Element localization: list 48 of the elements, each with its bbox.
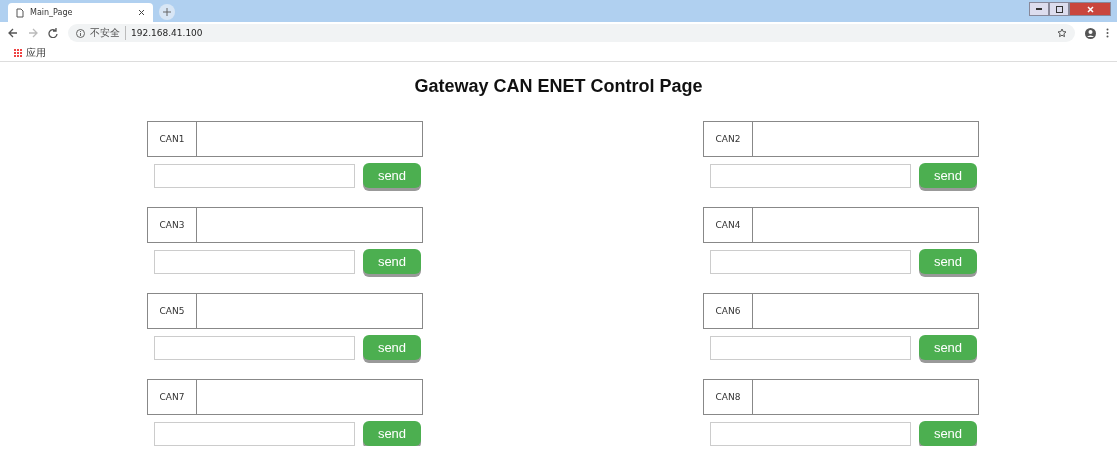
send-button[interactable]: send xyxy=(363,249,421,274)
message-input[interactable] xyxy=(154,421,355,446)
send-button[interactable]: send xyxy=(363,335,421,360)
message-input[interactable] xyxy=(154,335,355,360)
plus-icon xyxy=(163,8,171,16)
new-tab-button[interactable] xyxy=(159,4,175,20)
browser-tab[interactable]: Main_Page xyxy=(8,3,153,22)
security-label: 不安全 xyxy=(90,26,126,40)
send-button[interactable]: send xyxy=(919,249,977,274)
apps-label[interactable]: 应用 xyxy=(26,45,46,60)
channel-label: CAN6 xyxy=(704,294,753,328)
channel-label: CAN1 xyxy=(148,122,197,156)
menu-icon[interactable] xyxy=(1106,28,1109,38)
channel-label: CAN3 xyxy=(148,208,197,242)
send-button[interactable]: send xyxy=(919,335,977,360)
address-bar[interactable]: 不安全 192.168.41.100 xyxy=(68,24,1075,42)
message-input[interactable] xyxy=(710,421,911,446)
channel-label: CAN4 xyxy=(704,208,753,242)
url-text: 192.168.41.100 xyxy=(131,28,203,38)
message-input[interactable] xyxy=(154,163,355,188)
apps-icon[interactable] xyxy=(14,48,22,57)
message-input[interactable] xyxy=(154,249,355,274)
send-button[interactable]: send xyxy=(919,163,977,188)
reload-icon[interactable] xyxy=(48,28,58,38)
minimize-icon xyxy=(1036,8,1042,10)
back-icon[interactable] xyxy=(8,28,18,38)
maximize-button[interactable] xyxy=(1049,2,1069,16)
maximize-icon xyxy=(1055,5,1063,13)
minimize-button[interactable] xyxy=(1029,2,1049,16)
send-button[interactable]: send xyxy=(919,421,977,446)
message-input[interactable] xyxy=(710,249,911,274)
page-icon xyxy=(16,7,24,18)
channel-label: CAN5 xyxy=(148,294,197,328)
channel-label: CAN2 xyxy=(704,122,753,156)
forward-icon[interactable] xyxy=(28,28,38,38)
channel-label: CAN7 xyxy=(148,380,197,414)
send-button[interactable]: send xyxy=(363,421,421,446)
page-title: Gateway CAN ENET Control Page xyxy=(413,76,704,97)
account-icon[interactable] xyxy=(1085,27,1096,39)
close-icon xyxy=(1086,5,1094,13)
tab-title: Main_Page xyxy=(30,8,74,17)
channel-label: CAN8 xyxy=(704,380,753,414)
close-icon[interactable] xyxy=(138,9,145,16)
star-icon[interactable] xyxy=(1057,28,1067,38)
send-button[interactable]: send xyxy=(363,163,421,188)
message-input[interactable] xyxy=(710,335,911,360)
info-icon xyxy=(76,28,85,38)
message-input[interactable] xyxy=(710,163,911,188)
